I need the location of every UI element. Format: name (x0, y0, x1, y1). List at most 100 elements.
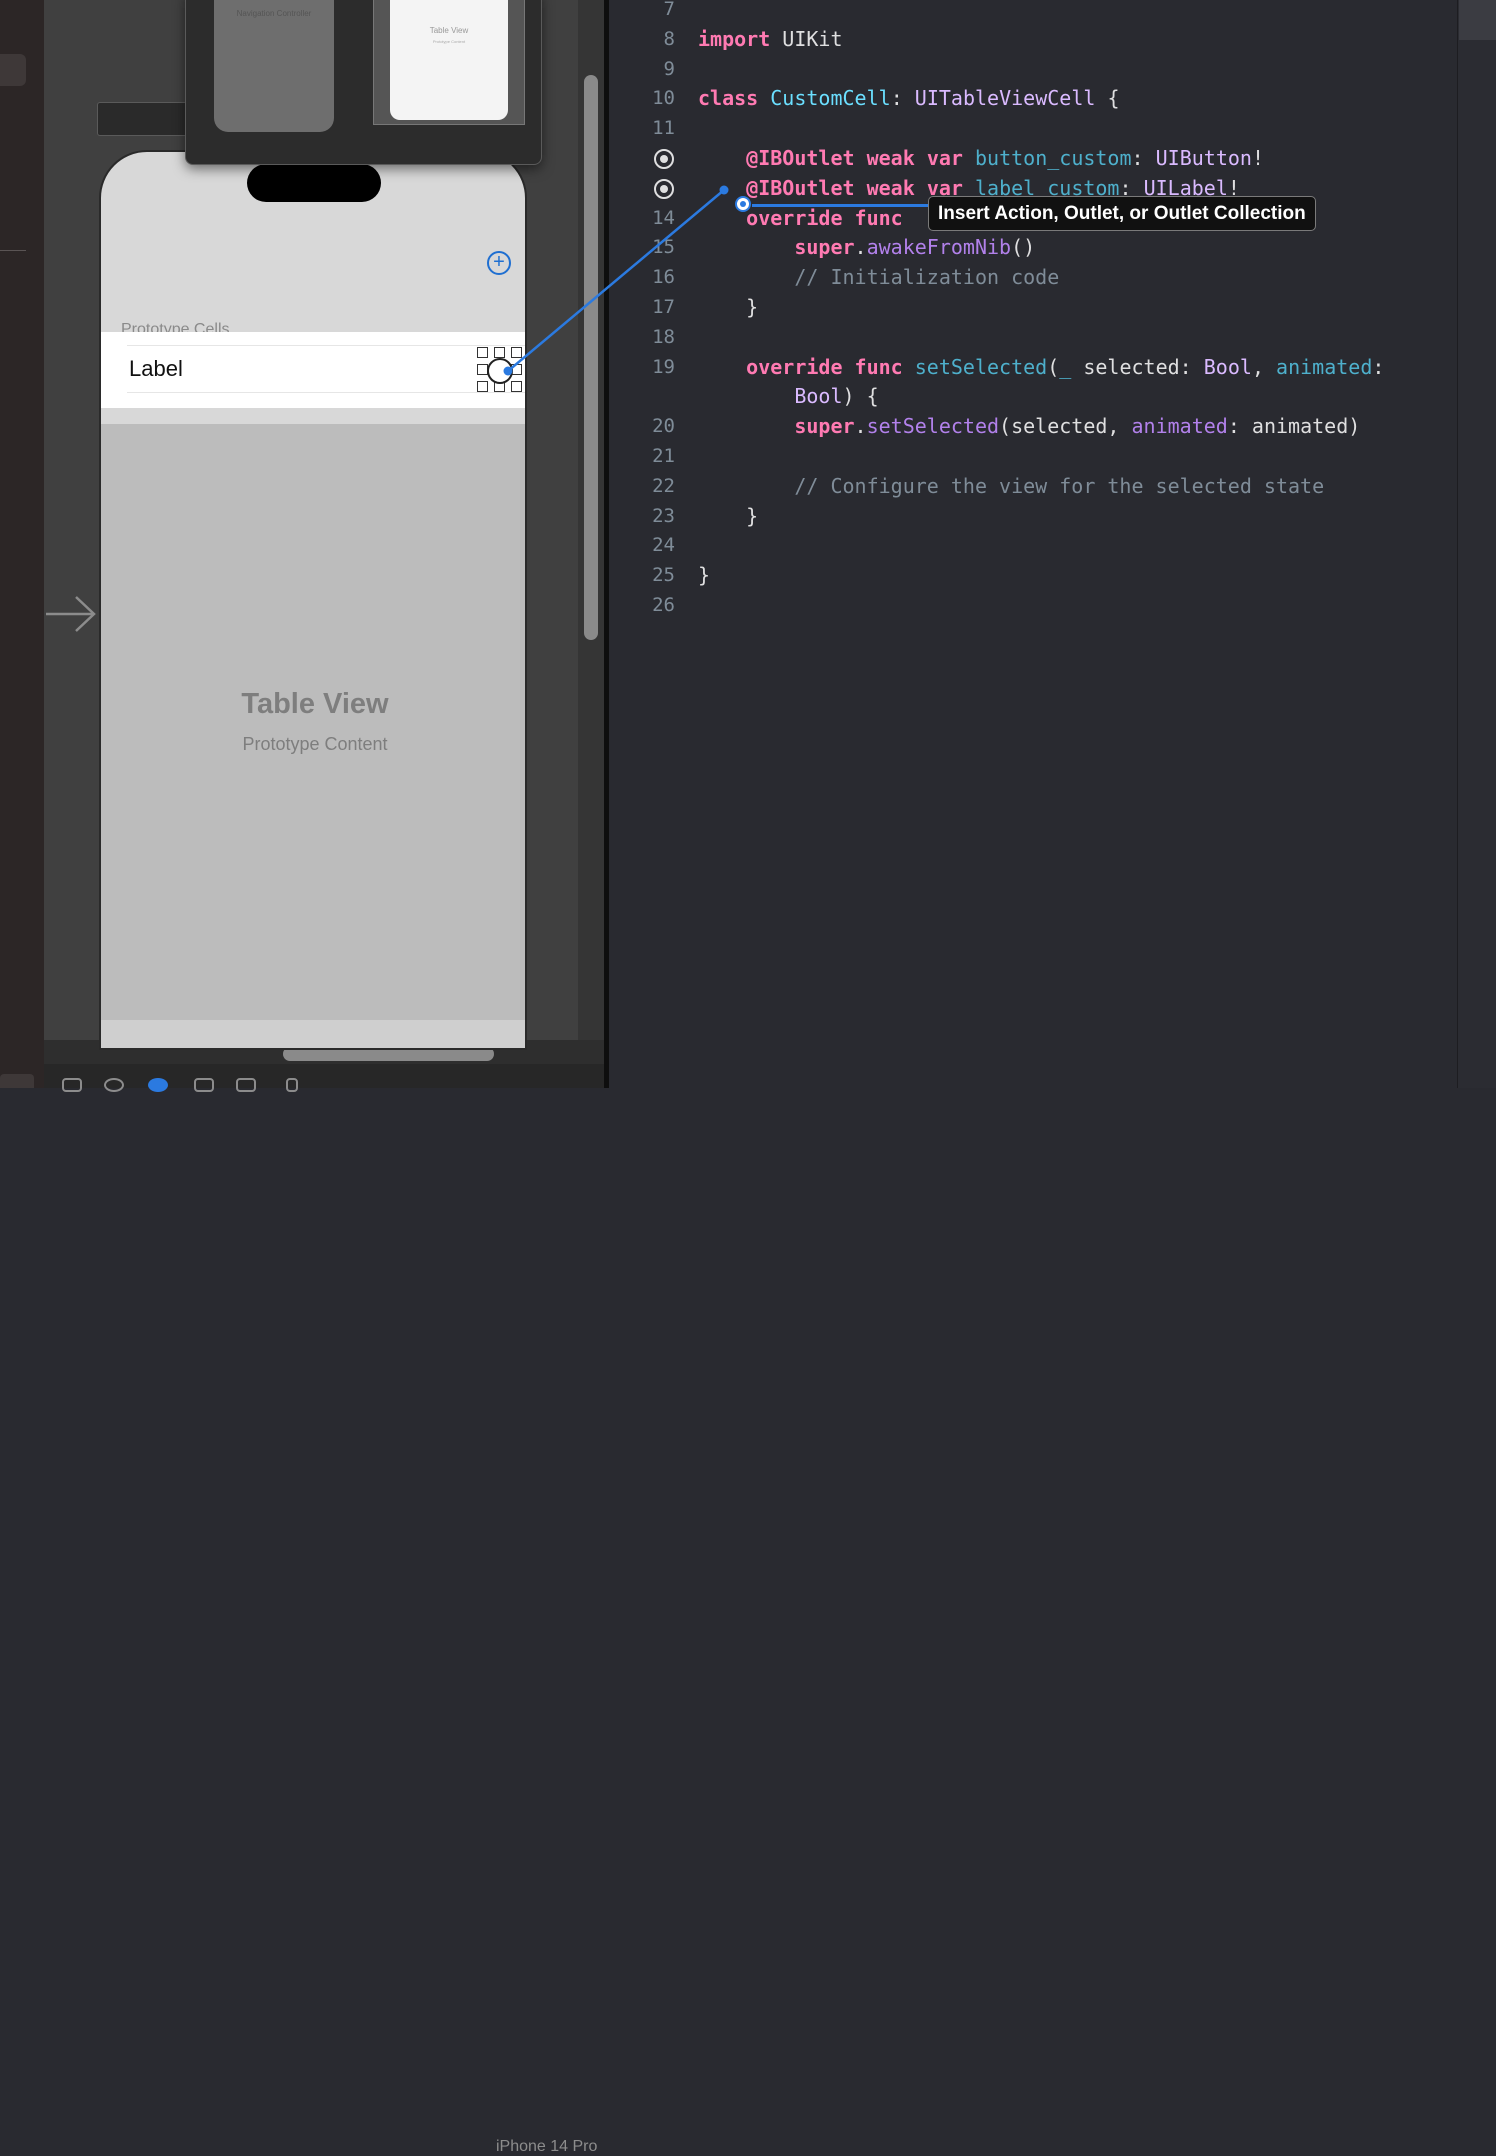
code-line[interactable]: override func setSelected(_ selected: Bo… (698, 355, 1384, 379)
code-line[interactable]: } (698, 504, 758, 528)
line-number[interactable]: 15 (636, 236, 675, 258)
code-line[interactable]: class CustomCell: UITableViewCell { (698, 86, 1120, 110)
entry-point-arrow-icon[interactable] (46, 594, 98, 634)
code-line[interactable]: import UIKit (698, 27, 843, 51)
code-line[interactable]: // Initialization code (698, 265, 1059, 289)
code-token: weak (866, 146, 915, 170)
code-token: func (854, 354, 903, 379)
minimap-viewport[interactable] (1459, 0, 1496, 40)
code-token: super (794, 235, 855, 260)
code-token: _ (1059, 354, 1072, 379)
code-token: ( (1047, 354, 1060, 379)
code-token: : (890, 86, 915, 111)
cell-separator (127, 345, 525, 346)
code-line[interactable]: } (698, 563, 710, 587)
resize-handle[interactable] (511, 347, 522, 358)
line-number[interactable]: 23 (636, 505, 675, 527)
iphone-scene[interactable]: + Prototype Cells Label Table View Proto… (99, 150, 527, 1050)
line-number[interactable]: 19 (636, 356, 675, 378)
layout-icon[interactable] (236, 1078, 256, 1092)
appearance-icon[interactable] (104, 1078, 124, 1092)
line-number[interactable]: 9 (636, 58, 675, 80)
add-bar-button[interactable]: + (487, 251, 511, 275)
code-token: weak (866, 175, 915, 200)
line-number[interactable]: 20 (636, 415, 675, 437)
line-number[interactable]: 24 (636, 534, 675, 556)
navigator-filter[interactable] (0, 1074, 34, 1088)
resize-handle[interactable] (477, 381, 488, 392)
code-token: Bool (1203, 354, 1252, 379)
line-number[interactable]: 16 (636, 266, 675, 288)
line-number[interactable]: 18 (636, 326, 675, 348)
code-token: : (1372, 354, 1385, 379)
code-token: } (698, 503, 759, 528)
code-token: func (854, 205, 903, 230)
code-token: override (746, 354, 843, 379)
line-number[interactable]: 26 (636, 594, 675, 616)
vertical-scrollbar[interactable] (584, 75, 598, 640)
resize-handle[interactable] (511, 381, 522, 392)
scene-overview-popover[interactable]: Navigation Controller Table View Prototy… (185, 0, 542, 165)
code-token: . (854, 235, 867, 260)
mini-table-view-scene[interactable]: Table View Prototype Content (373, 0, 525, 125)
home-area (101, 1020, 525, 1048)
document-outline-icon[interactable] (62, 1078, 82, 1092)
prototype-cell[interactable]: Label (101, 332, 525, 408)
outlet-connected-icon[interactable] (654, 178, 674, 199)
mini-navigation-controller[interactable]: Navigation Controller (214, 0, 334, 132)
scene-dock[interactable] (97, 102, 189, 136)
code-line[interactable]: super.awakeFromNib() (698, 235, 1035, 259)
code-token: import (698, 26, 771, 51)
code-token: @IBOutlet (746, 175, 855, 200)
resize-handle[interactable] (477, 347, 488, 358)
resize-handle[interactable] (494, 347, 505, 358)
outlet-connected-icon[interactable] (654, 149, 674, 169)
line-number[interactable]: 7 (636, 0, 675, 20)
code-line[interactable]: @IBOutlet weak var button_custom: UIButt… (698, 146, 1264, 170)
code-token: . (854, 414, 867, 439)
mini-table-screen: Table View Prototype Content (390, 0, 508, 120)
device-icon[interactable] (286, 1078, 298, 1092)
line-number[interactable]: 11 (636, 117, 675, 139)
code-line[interactable]: } (698, 295, 758, 319)
code-token: setSelected (914, 354, 1048, 379)
insertion-indicator (752, 204, 930, 207)
selected-button-handles[interactable] (475, 345, 525, 395)
line-number[interactable]: 17 (636, 296, 675, 318)
code-token: setSelected (866, 414, 1000, 439)
code-token: super (794, 414, 855, 439)
code-token: button_custom (974, 146, 1132, 170)
code-token: @IBOutlet (746, 146, 855, 170)
dark-mode-icon[interactable] (148, 1078, 168, 1092)
code-token: awakeFromNib (866, 235, 1012, 260)
code-token: class (698, 86, 759, 111)
custom-button[interactable] (487, 358, 513, 384)
mini-scene-label: Navigation Controller (236, 9, 312, 18)
line-number[interactable]: 10 (636, 87, 675, 109)
code-token: selected: (1071, 354, 1204, 379)
minimap[interactable] (1457, 0, 1496, 1088)
cell-label[interactable]: Label (129, 356, 183, 382)
code-line[interactable]: Bool) { (698, 384, 878, 408)
line-number[interactable]: 8 (636, 28, 675, 50)
line-number[interactable]: 25 (636, 564, 675, 586)
navigator-selection[interactable] (0, 54, 26, 86)
table-view-body[interactable] (101, 424, 525, 1020)
mini-scene-sublabel: Prototype Content (432, 39, 466, 44)
line-number[interactable]: 22 (636, 475, 675, 497)
code-line[interactable]: override func (698, 206, 903, 230)
code-token: // Configure the view for the selected s… (698, 473, 1325, 498)
line-number[interactable]: 21 (636, 445, 675, 467)
code-line[interactable]: // Configure the view for the selected s… (698, 474, 1324, 498)
code-token: : animated) (1227, 414, 1361, 439)
device-selector[interactable]: iPhone 14 Pro (496, 2138, 597, 2156)
code-line[interactable]: super.setSelected(selected, animated: an… (698, 414, 1360, 438)
code-token: : (1131, 146, 1156, 170)
orientation-icon[interactable] (194, 1078, 214, 1092)
line-number[interactable]: 14 (636, 207, 675, 229)
